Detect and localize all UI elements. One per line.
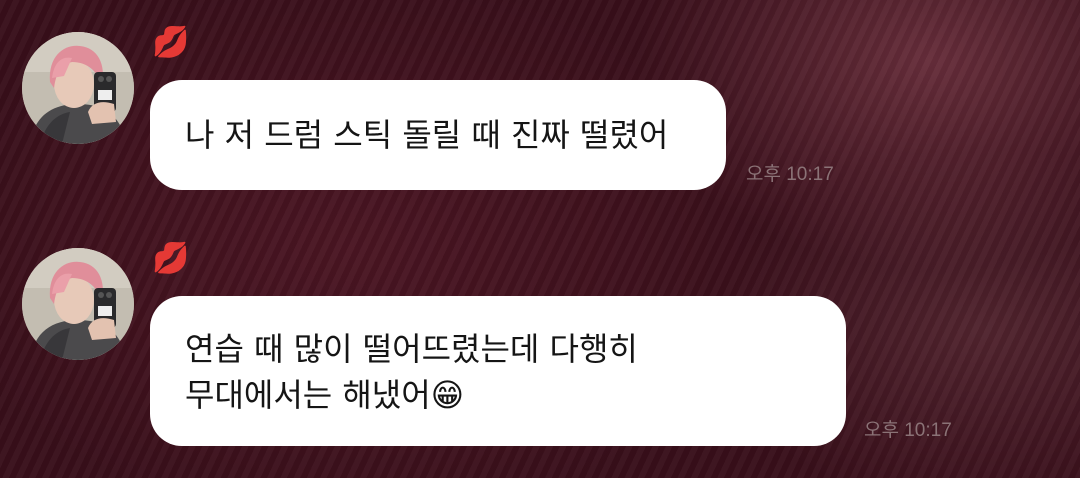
chat-message: 💋 연습 때 많이 떨어뜨렸는데 다행히 무대에서는 해냈어😁 오후 10:17 xyxy=(0,0,1080,478)
avatar[interactable] xyxy=(22,248,134,360)
sender-lips-emoji: 💋 xyxy=(152,241,190,276)
message-text-line: 연습 때 많이 떨어뜨렸는데 다행히 xyxy=(185,330,638,368)
avatar-photo xyxy=(22,248,134,360)
message-text-line: 무대에서는 해냈어😁 xyxy=(185,376,465,414)
message-bubble[interactable]: 연습 때 많이 떨어뜨렸는데 다행히 무대에서는 해냈어😁 xyxy=(150,296,846,446)
message-timestamp: 오후 10:17 xyxy=(864,420,952,441)
